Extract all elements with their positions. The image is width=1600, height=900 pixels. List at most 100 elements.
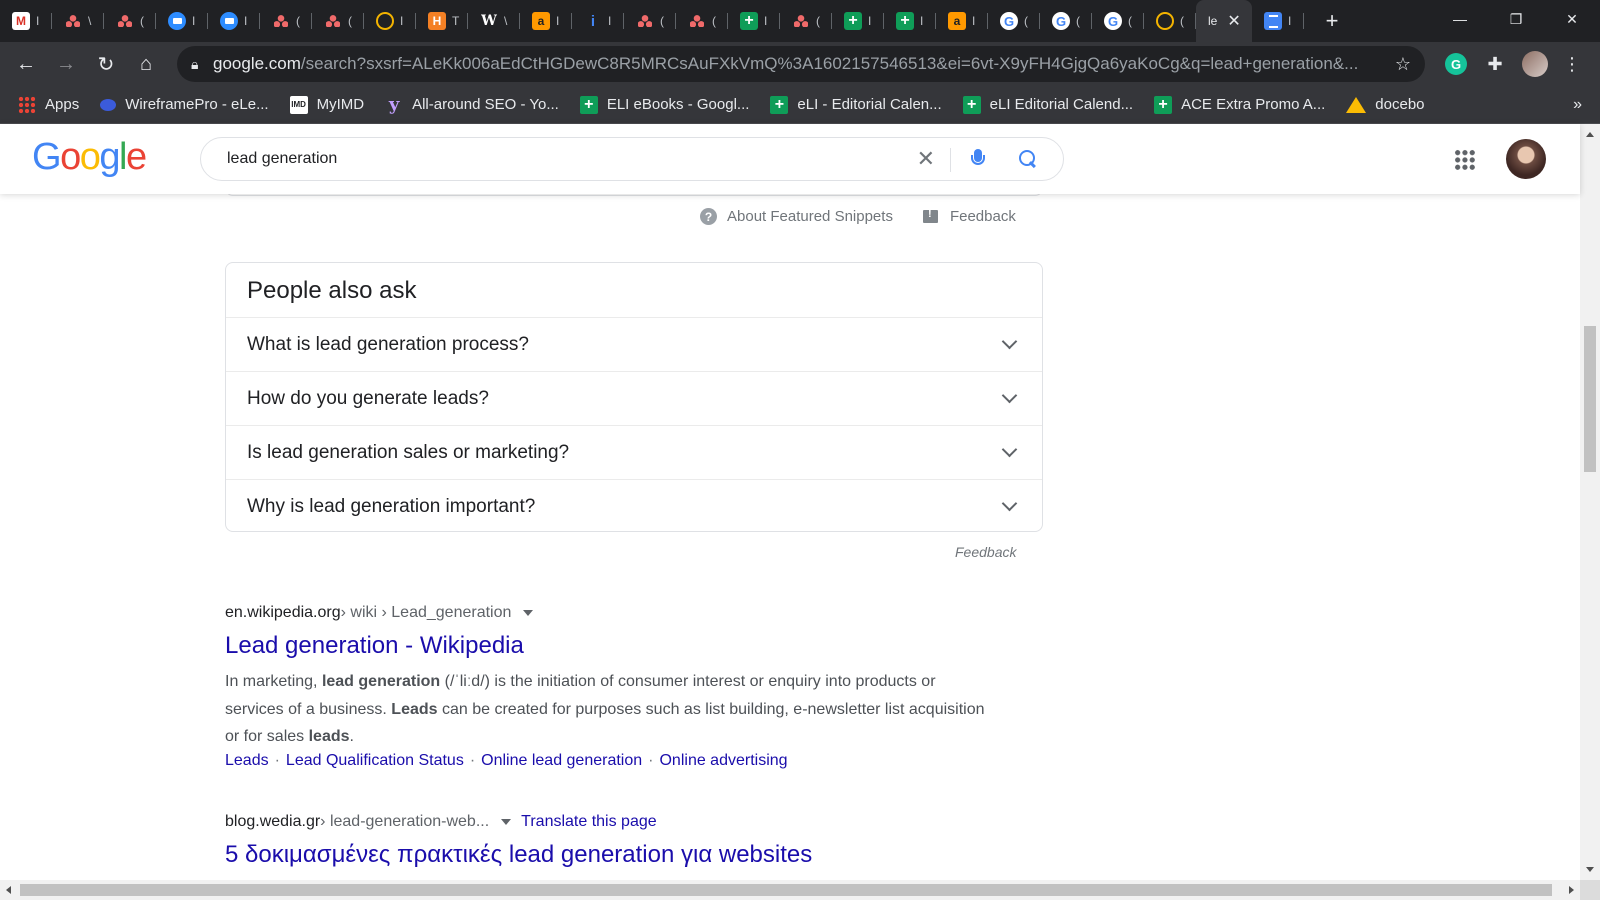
bookmark-seo[interactable]: y All-around SEO - Yo... [385,94,559,115]
extensions-puzzle-icon[interactable]: ✚ [1481,50,1509,78]
minimize-icon[interactable]: — [1432,0,1488,38]
scrollbar-thumb[interactable] [20,884,1552,896]
tab-asana[interactable]: ( [312,0,364,42]
scroll-left-arrow-icon[interactable] [6,886,11,894]
wikipedia-icon: W [481,13,497,29]
tab-google[interactable]: G( [1092,0,1144,42]
chevron-down-icon [1001,441,1018,458]
horizontal-scrollbar[interactable] [0,880,1580,900]
imd-icon: IMD [289,95,308,114]
lock-icon[interactable]: 🔒︎ [191,56,213,73]
clear-icon[interactable]: ✕ [917,146,935,172]
wireframepro-icon [100,98,117,111]
address-bar[interactable]: 🔒︎ google.com/search?sxsrf=ALeKk006aEdCt… [177,46,1425,82]
paa-question[interactable]: Why is lead generation important? [226,480,1042,534]
tab-zoom[interactable]: I [208,0,260,42]
vertical-scrollbar[interactable] [1580,124,1600,880]
tab-zoom[interactable]: I [156,0,208,42]
menu-kebab-icon[interactable]: ⋮ [1558,50,1586,78]
bookmark-ace-extra[interactable]: + ACE Extra Promo A... [1154,95,1325,114]
dropdown-triangle-icon[interactable] [523,610,534,616]
result-domain: blog.wedia.gr [225,813,321,830]
tab-info[interactable]: iI [572,0,624,42]
sitelink[interactable]: Leads [225,752,269,770]
tab-google[interactable]: G( [988,0,1040,42]
google-apps-grid-icon[interactable] [1454,149,1476,171]
tab-ring[interactable]: I [364,0,416,42]
bookmark-editorial-calendar-2[interactable]: + eLI Editorial Calend... [962,95,1133,114]
scroll-right-arrow-icon[interactable] [1569,886,1574,894]
bookmark-docebo[interactable]: docebo [1346,96,1425,113]
about-featured-snippets-link[interactable]: About Featured Snippets [727,208,893,225]
tab-sheets[interactable]: I [728,0,780,42]
paa-question[interactable]: What is lead generation process? [226,318,1042,372]
profile-avatar[interactable] [1522,51,1548,77]
result-title-link[interactable]: 5 δοκιμασμένες πρακτικές lead generation… [225,840,1125,870]
asana-icon [64,12,82,30]
tab-google[interactable]: G( [1040,0,1092,42]
paa-question[interactable]: Is lead generation sales or marketing? [226,426,1042,480]
sitelink[interactable]: Online advertising [659,752,787,770]
bookmark-editorial-calendar[interactable]: + eLI - Editorial Calen... [770,95,942,114]
bookmark-myimd[interactable]: IMD MyIMD [289,95,364,114]
zoom-icon [168,12,186,30]
ring-icon [376,12,394,30]
tab-asana[interactable]: \ [52,0,104,42]
tab-active-google-search[interactable]: le ✕ [1196,0,1252,42]
bookmarks-bar: Apps WireframePro - eLe... IMD MyIMD y All… [0,86,1600,124]
close-window-icon[interactable]: ✕ [1544,0,1600,38]
dropdown-triangle-icon[interactable] [501,819,512,825]
featured-snippet-card-edge [225,194,1043,196]
account-avatar[interactable] [1506,139,1546,179]
tab-h[interactable]: HT [416,0,468,42]
tab-asana[interactable]: ( [780,0,832,42]
result-title-link[interactable]: Lead generation - Wikipedia [225,631,985,661]
tab-ring[interactable]: ( [1144,0,1196,42]
asana-icon [688,12,706,30]
bookmark-wireframepro[interactable]: WireframePro - eLe... [100,96,269,113]
google-icon: G [1000,12,1018,30]
reload-icon[interactable]: ↻ [86,44,126,84]
tab-sheets[interactable]: I [884,0,936,42]
tab-wikipedia[interactable]: W \ [468,0,520,42]
home-icon[interactable]: ⌂ [126,44,166,84]
scroll-up-arrow-icon[interactable] [1586,132,1594,137]
search-result-wedia: blog.wedia.gr › lead-generation-web... T… [225,813,1125,870]
forward-arrow-icon[interactable]: → [46,44,86,84]
url-text[interactable]: google.com/search?sxsrf=ALeKk006aEdCtHGD… [213,54,1363,74]
paa-feedback-link[interactable]: Feedback [955,544,1016,560]
sitelink[interactable]: Lead Qualification Status [286,752,464,770]
tab-asana[interactable]: ( [104,0,156,42]
chevron-down-icon [1001,495,1018,512]
bookmark-apps[interactable]: Apps [18,95,79,114]
grammarly-extension-icon[interactable]: G [1445,53,1467,75]
search-input[interactable]: lead generation [227,150,337,168]
paa-question[interactable]: How do you generate leads? [226,372,1042,426]
tab-sheets[interactable]: I [832,0,884,42]
scrollbar-thumb[interactable] [1584,326,1596,472]
microphone-icon[interactable] [971,149,985,169]
tab-asana[interactable]: ( [260,0,312,42]
amazon-icon: a [948,12,966,30]
scrollbar-corner [1580,880,1600,900]
restore-icon[interactable]: ❐ [1488,0,1544,38]
bookmark-star-icon[interactable]: ☆ [1395,54,1411,75]
tab-amazon[interactable]: aI [520,0,572,42]
translate-page-link[interactable]: Translate this page [521,813,656,831]
result-description: In marketing, lead generation (/ˈliːd/) … [225,673,985,745]
new-tab-button[interactable]: + [1314,8,1350,34]
tab-gmail[interactable]: MI [0,0,52,42]
bookmark-eli-ebooks[interactable]: + ELI eBooks - Googl... [579,95,749,114]
google-logo[interactable]: Google [32,136,147,179]
tab-amazon[interactable]: aI [936,0,988,42]
tab-asana[interactable]: ( [624,0,676,42]
back-arrow-icon[interactable]: ← [6,44,46,84]
sitelink[interactable]: Online lead generation [481,752,642,770]
bookmarks-overflow-button[interactable]: » [1573,96,1582,114]
close-icon[interactable]: ✕ [1227,11,1240,31]
search-icon[interactable] [1019,150,1037,168]
tab-docs[interactable]: I [1252,0,1304,42]
tab-asana[interactable]: ( [676,0,728,42]
snippet-feedback-link[interactable]: Feedback [950,208,1016,225]
scroll-down-arrow-icon[interactable] [1586,867,1594,872]
